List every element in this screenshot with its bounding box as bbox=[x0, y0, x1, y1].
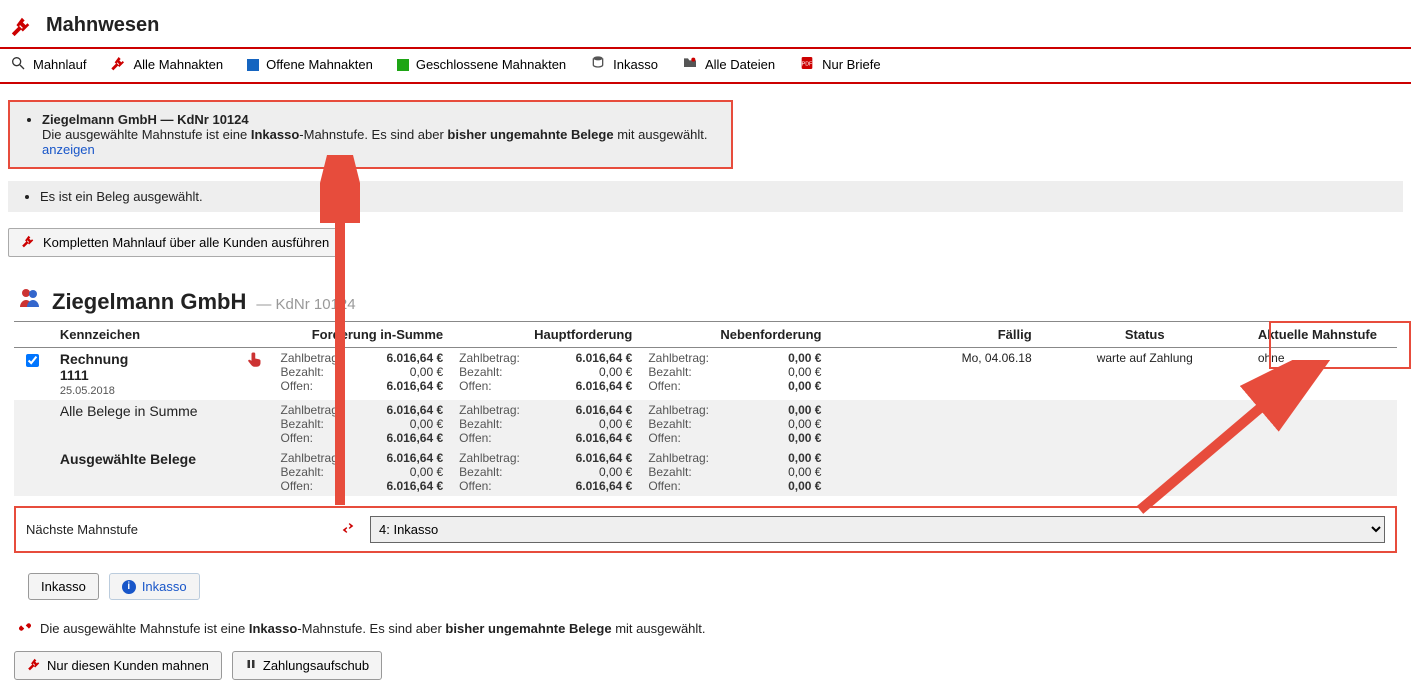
summary-selected-row: Ausgewählte Belege Zahlbetrag:6.016,64 €… bbox=[14, 448, 1397, 496]
mahn-kunde-button[interactable]: Nur diesen Kunden mahnen bbox=[14, 651, 222, 680]
nav-label: Offene Mahnakten bbox=[266, 57, 373, 72]
doc-number: 1111 bbox=[60, 367, 128, 383]
nav-label: Alle Dateien bbox=[705, 57, 775, 72]
inkasso-info-button[interactable]: i Inkasso bbox=[109, 573, 200, 600]
customer-name: Ziegelmann GmbH bbox=[52, 289, 246, 315]
button-label: Zahlungsaufschub bbox=[263, 658, 369, 673]
final-actions: Nur diesen Kunden mahnen Zahlungsaufschu… bbox=[14, 651, 1397, 680]
cell-stufe: ohne bbox=[1250, 348, 1397, 401]
next-mahnstufe-select[interactable]: 4: Inkasso bbox=[370, 516, 1385, 543]
inkasso-warning-note: Die ausgewählte Mahnstufe ist eine Inkas… bbox=[18, 620, 1397, 637]
hammer-icon bbox=[110, 55, 126, 74]
action-pills: Inkasso i Inkasso bbox=[28, 573, 1397, 600]
pdf-icon: PDF bbox=[799, 55, 815, 74]
nav-inkasso[interactable]: Inkasso bbox=[590, 55, 658, 74]
col-forderung: Forderung in-Summe bbox=[273, 322, 452, 348]
zahlungsaufschub-button[interactable]: Zahlungsaufschub bbox=[232, 651, 382, 680]
next-label: Nächste Mahnstufe bbox=[26, 522, 326, 537]
nav-mahnlauf[interactable]: Mahnlauf bbox=[10, 55, 86, 74]
inkasso-button[interactable]: Inkasso bbox=[28, 573, 99, 600]
row-label: Ausgewählte Belege bbox=[52, 448, 273, 496]
nav-label: Alle Mahnakten bbox=[133, 57, 223, 72]
svg-text:PDF: PDF bbox=[802, 62, 813, 68]
nav-offene-mahnakten[interactable]: Offene Mahnakten bbox=[247, 57, 373, 72]
summary-alle-row: Alle Belege in Summe Zahlbetrag:6.016,64… bbox=[14, 400, 1397, 448]
cell-faellig: Mo, 04.06.18 bbox=[829, 348, 1039, 401]
row-label: Alle Belege in Summe bbox=[52, 400, 273, 448]
nav-label: Geschlossene Mahnakten bbox=[416, 57, 566, 72]
callout-title: Ziegelmann GmbH — KdNr 10124 bbox=[42, 112, 717, 127]
table-header-row: Kennzeichen Forderung in-Summe Hauptford… bbox=[14, 322, 1397, 348]
link-broken-icon bbox=[18, 620, 32, 637]
col-aktuelle-mahnstufe: Aktuelle Mahnstufe bbox=[1250, 322, 1397, 348]
nav-label: Inkasso bbox=[613, 57, 658, 72]
invoice-row: Rechnung 1111 25.05.2018 Zahlbetrag:6.01… bbox=[14, 348, 1397, 401]
database-icon bbox=[590, 55, 606, 74]
page-header: Mahnwesen bbox=[0, 0, 1411, 47]
square-blue-icon bbox=[247, 59, 259, 71]
search-icon bbox=[10, 55, 26, 74]
run-all-button[interactable]: Kompletten Mahnlauf über alle Kunden aus… bbox=[8, 228, 342, 257]
pause-icon bbox=[245, 658, 257, 673]
customers-icon bbox=[18, 285, 42, 312]
customer-id: — KdNr 10124 bbox=[256, 296, 355, 313]
nav-tabs: Mahnlauf Alle Mahnakten Offene Mahnakten… bbox=[0, 49, 1411, 84]
invoices-table: Kennzeichen Forderung in-Summe Hauptford… bbox=[14, 321, 1397, 496]
col-neben: Nebenforderung bbox=[640, 322, 829, 348]
doc-date: 25.05.2018 bbox=[60, 385, 128, 397]
button-label: Kompletten Mahnlauf über alle Kunden aus… bbox=[43, 235, 329, 250]
nav-label: Mahnlauf bbox=[33, 57, 86, 72]
button-label: Nur diesen Kunden mahnen bbox=[47, 658, 209, 673]
customer-header: Ziegelmann GmbH — KdNr 10124 bbox=[0, 267, 1411, 321]
row-checkbox[interactable] bbox=[26, 354, 39, 367]
nav-alle-mahnakten[interactable]: Alle Mahnakten bbox=[110, 55, 223, 74]
callout-body: Die ausgewählte Mahnstufe ist eine Inkas… bbox=[42, 127, 717, 142]
warning-callout: Ziegelmann GmbH — KdNr 10124 Die ausgewä… bbox=[8, 100, 733, 169]
nav-label: Nur Briefe bbox=[822, 57, 881, 72]
col-kennzeichen: Kennzeichen bbox=[52, 322, 273, 348]
hand-point-icon[interactable] bbox=[247, 351, 265, 372]
cell-status: warte auf Zahlung bbox=[1040, 348, 1250, 401]
button-label: Inkasso bbox=[142, 579, 187, 594]
hammer-icon bbox=[21, 234, 35, 251]
nav-nur-briefe[interactable]: PDF Nur Briefe bbox=[799, 55, 881, 74]
selection-info: Es ist ein Beleg ausgewählt. bbox=[8, 181, 1403, 212]
hammer-icon bbox=[27, 657, 41, 674]
col-status: Status bbox=[1040, 322, 1250, 348]
next-mahnstufe-row: Nächste Mahnstufe 4: Inkasso bbox=[14, 506, 1397, 553]
col-haupt: Hauptforderung bbox=[451, 322, 640, 348]
nav-geschl-mahnakten[interactable]: Geschlossene Mahnakten bbox=[397, 57, 566, 72]
nav-alle-dateien[interactable]: Alle Dateien bbox=[682, 55, 775, 74]
square-green-icon bbox=[397, 59, 409, 71]
swap-icon[interactable] bbox=[340, 520, 356, 539]
hammer-icon bbox=[10, 15, 32, 37]
page-title: Mahnwesen bbox=[46, 14, 159, 37]
doc-type: Rechnung bbox=[60, 351, 128, 367]
button-label: Inkasso bbox=[41, 579, 86, 594]
info-icon: i bbox=[122, 580, 136, 594]
folder-icon bbox=[682, 55, 698, 74]
col-faellig: Fällig bbox=[829, 322, 1039, 348]
callout-link-anzeigen[interactable]: anzeigen bbox=[42, 142, 95, 157]
